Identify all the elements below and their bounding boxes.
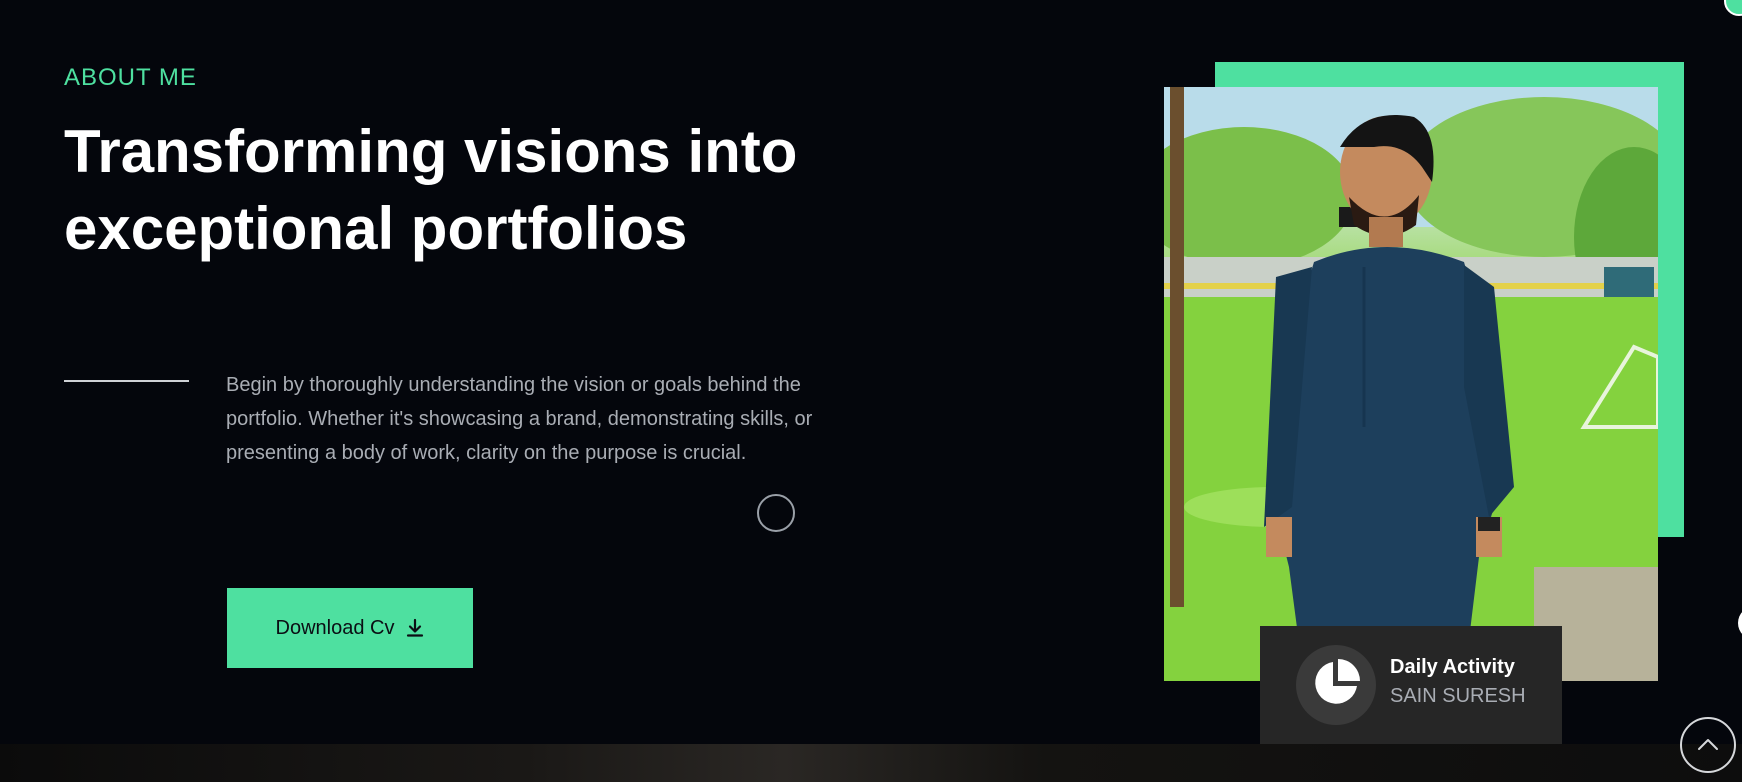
cursor-ring xyxy=(757,494,795,532)
download-cv-button[interactable]: Download Cv xyxy=(227,588,473,668)
download-cv-label: Download Cv xyxy=(275,616,395,639)
activity-title: Daily Activity xyxy=(1390,656,1515,678)
profile-photo xyxy=(1164,87,1658,681)
activity-icon-badge xyxy=(1296,645,1376,725)
corner-badge[interactable] xyxy=(1724,0,1742,16)
divider-line xyxy=(64,380,189,382)
headline-line-1: Transforming visions into xyxy=(64,118,798,185)
chevron-up-icon xyxy=(1697,737,1719,754)
activity-subtitle: SAIN SURESH xyxy=(1390,685,1526,707)
headline-line-2: exceptional portfolios xyxy=(64,195,688,262)
scroll-to-top-button[interactable] xyxy=(1680,717,1736,773)
download-icon xyxy=(406,618,424,638)
section-description: Begin by thoroughly understanding the vi… xyxy=(226,374,813,464)
daily-activity-card: Daily Activity SAIN SURESH xyxy=(1260,626,1562,744)
section-headline: Transforming visions into exceptional po… xyxy=(64,113,824,267)
section-eyebrow: ABOUT ME xyxy=(64,64,197,91)
side-toggle[interactable] xyxy=(1738,606,1742,640)
next-section-preview xyxy=(0,744,1742,782)
pie-chart-icon xyxy=(1309,656,1363,715)
